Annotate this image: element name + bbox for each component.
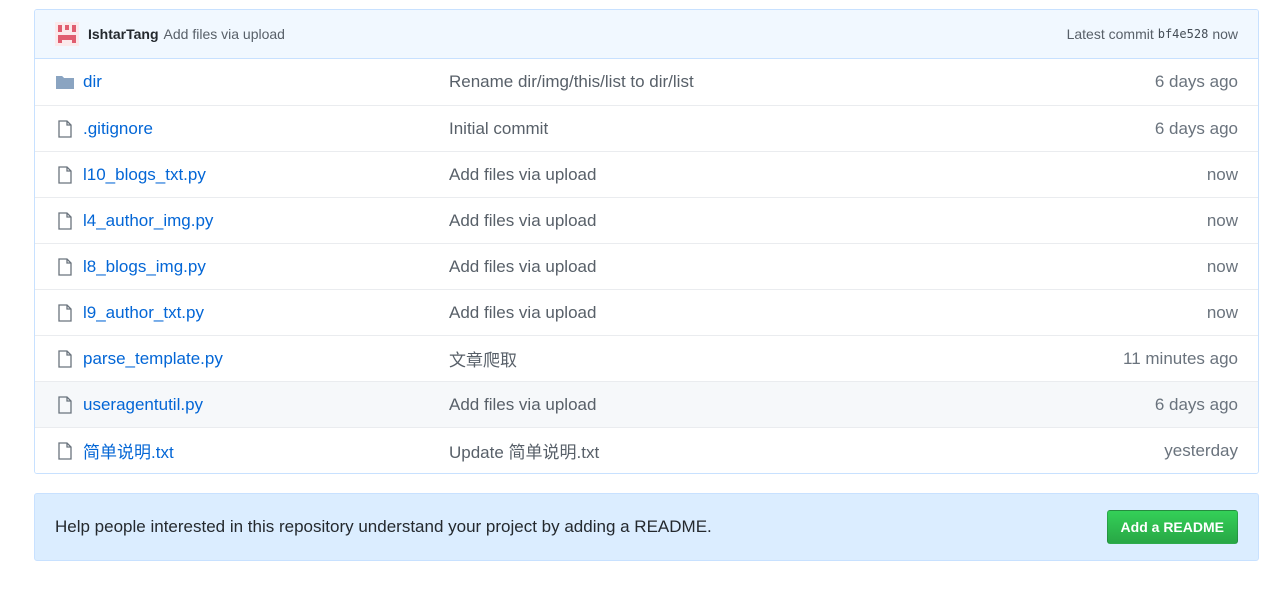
folder-icon [55,72,75,92]
readme-prompt: Help people interested in this repositor… [34,493,1259,561]
file-icon [55,349,75,369]
file-name-link[interactable]: l9_author_txt.py [83,303,449,323]
file-age: yesterday [1164,440,1238,460]
latest-commit-bar: IshtarTang Add files via upload Latest c… [35,10,1258,59]
file-list: dir Rename dir/img/this/list to dir/list 6… [35,59,1258,473]
file-icon [55,441,75,461]
file-commit-message-link[interactable]: Add files via upload [449,211,1207,231]
file-row[interactable]: dir Rename dir/img/this/list to dir/list 6… [35,59,1258,105]
file-age: now [1206,164,1238,184]
file-name-link[interactable]: l10_blogs_txt.py [83,165,449,185]
commit-author-link[interactable]: IshtarTang [88,26,159,42]
file-row[interactable]: l10_blogs_txt.py Add files via upload now [35,151,1258,197]
file-name-link[interactable]: .gitignore [83,119,449,139]
file-commit-message-link[interactable]: Update 简单说明.txt [449,438,1164,463]
file-commit-message-link[interactable]: Rename dir/img/this/list to dir/list [449,72,1155,92]
file-name-link[interactable]: dir [83,72,449,92]
file-name-link[interactable]: useragentutil.py [83,395,449,415]
commit-sha-link[interactable]: bf4e528 [1158,27,1209,41]
file-name-link[interactable]: l4_author_img.py [83,211,449,231]
file-row[interactable]: l8_blogs_img.py Add files via upload now [35,243,1258,289]
file-row[interactable]: parse_template.py 文章爬取 11 minutes ago [35,335,1258,381]
file-age: now [1206,210,1238,230]
file-icon [55,257,75,277]
commit-message-link[interactable]: Add files via upload [164,26,285,42]
file-commit-message-link[interactable]: Add files via upload [449,395,1155,415]
file-age: now [1206,302,1238,322]
file-name-link[interactable]: l8_blogs_img.py [83,257,449,277]
file-age: 11 minutes ago [1123,348,1238,368]
commit-age: now [1212,26,1238,42]
file-age: 6 days ago [1154,118,1238,138]
add-readme-button[interactable]: Add a README [1106,510,1238,544]
file-icon [55,119,75,139]
file-icon [55,165,75,185]
file-commit-message-link[interactable]: Add files via upload [449,303,1207,323]
file-row[interactable]: .gitignore Initial commit 6 days ago [35,105,1258,151]
file-row[interactable]: 简单说明.txt Update 简单说明.txt yesterday [35,427,1258,473]
file-icon [55,303,75,323]
file-name-link[interactable]: parse_template.py [83,349,449,369]
file-commit-message-link[interactable]: 文章爬取 [449,346,1123,371]
avatar[interactable] [55,22,79,46]
latest-commit-label: Latest commit [1066,26,1154,42]
file-name-link[interactable]: 简单说明.txt [83,438,449,463]
file-row[interactable]: useragentutil.py Add files via upload 6 da… [35,381,1258,427]
file-age: 6 days ago [1154,72,1238,91]
file-icon [55,395,75,415]
file-row[interactable]: l4_author_img.py Add files via upload now [35,197,1258,243]
file-icon [55,211,75,231]
file-commit-message-link[interactable]: Initial commit [449,119,1155,139]
file-row[interactable]: l9_author_txt.py Add files via upload now [35,289,1258,335]
file-commit-message-link[interactable]: Add files via upload [449,165,1207,185]
file-commit-message-link[interactable]: Add files via upload [449,257,1207,277]
readme-prompt-text: Help people interested in this repositor… [55,517,712,536]
file-age: 6 days ago [1154,394,1238,414]
file-age: now [1206,256,1238,276]
file-browser: IshtarTang Add files via upload Latest c… [34,9,1259,474]
